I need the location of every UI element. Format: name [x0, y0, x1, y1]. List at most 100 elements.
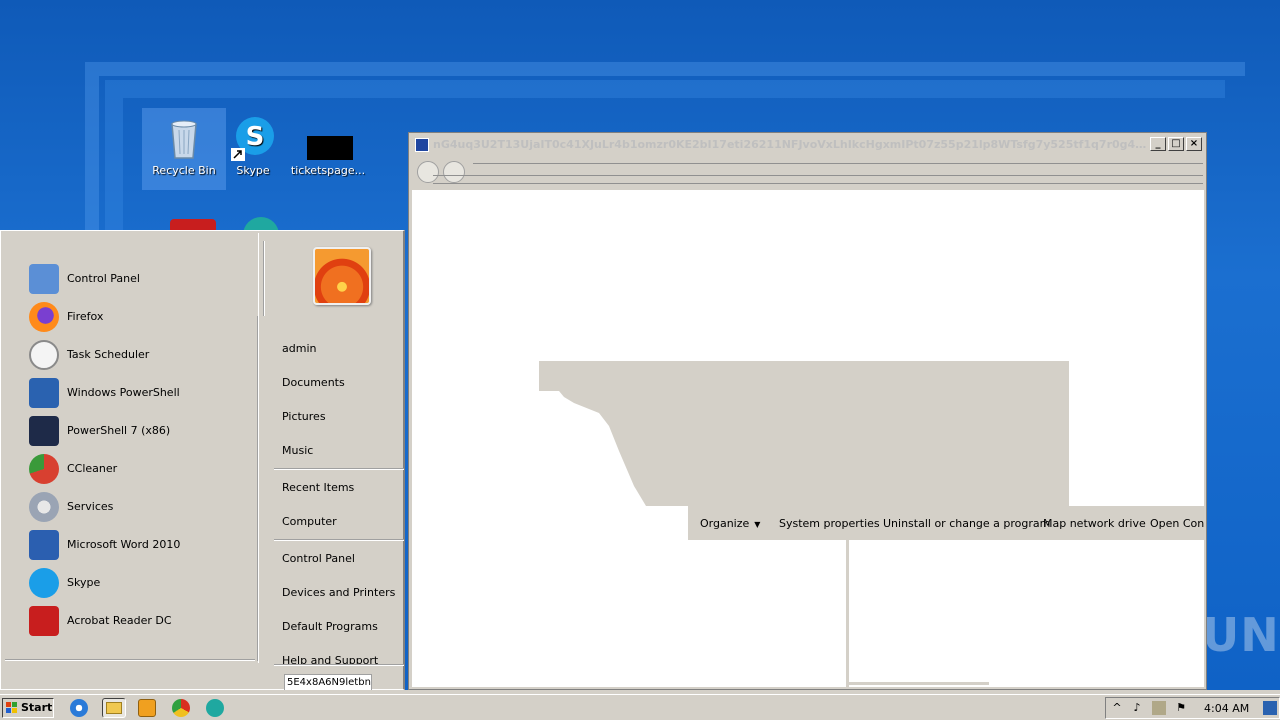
desktop-icon-ticketspage[interactable]: ticketspage... [290, 108, 366, 184]
ccleaner-icon [29, 454, 59, 484]
start-places-separator [274, 539, 404, 541]
clock[interactable]: 4:04 AM [1204, 702, 1249, 715]
start-menu: Control Panel Firefox Task Scheduler Win… [0, 230, 405, 691]
start-place-default-programs[interactable]: Default Programs [282, 620, 378, 633]
start-place-music[interactable]: Music [282, 444, 313, 457]
start-item-label: Skype [67, 576, 101, 589]
start-place-computer[interactable]: Computer [282, 515, 337, 528]
control-panel-icon [29, 264, 59, 294]
start-place-control-panel[interactable]: Control Panel [282, 552, 355, 565]
start-menu-divider [263, 241, 265, 316]
desktop-icon-label: Recycle Bin [152, 164, 216, 177]
explorer-window[interactable]: nG4uq3U2T13UjaIT0c41XJuLr4b1omzr0KE2bI17… [408, 132, 1207, 690]
recycle-bin-icon [160, 114, 208, 162]
svg-text:S: S [246, 122, 265, 152]
start-item-label: PowerShell 7 (x86) [67, 424, 171, 437]
start-places-separator [274, 664, 404, 666]
start-item-windows-powershell[interactable]: Windows PowerShell [27, 375, 247, 411]
start-item-services[interactable]: Services [27, 489, 247, 525]
start-place-admin[interactable]: admin [282, 342, 316, 355]
organize-button[interactable]: Organize ▼ [700, 517, 760, 530]
start-place-documents[interactable]: Documents [282, 376, 345, 389]
window-title: nG4uq3U2T13UjaIT0c41XJuLr4b1omzr0KE2bI17… [433, 138, 1151, 151]
start-place-pictures[interactable]: Pictures [282, 410, 326, 423]
skype-icon: S [229, 114, 277, 162]
action-center-flag-icon[interactable]: ⚑ [1174, 701, 1188, 715]
services-gear-icon [29, 492, 59, 522]
media-player-icon[interactable] [138, 699, 156, 717]
show-desktop-icon[interactable] [1263, 701, 1277, 715]
start-place-devices-printers[interactable]: Devices and Printers [282, 586, 395, 599]
desktop-icon-label: ticketspage... [290, 164, 366, 177]
start-item-powershell7[interactable]: PowerShell 7 (x86) [27, 413, 247, 449]
volume-icon[interactable]: ♪ [1130, 701, 1144, 715]
skype-icon [29, 568, 59, 598]
start-item-label: Task Scheduler [67, 348, 150, 361]
powershell7-icon [29, 416, 59, 446]
chevron-down-icon: ▼ [754, 520, 761, 529]
start-item-label: CCleaner [67, 462, 118, 475]
forward-button[interactable] [443, 161, 465, 183]
acrobat-icon [29, 606, 59, 636]
window-toolbar [413, 157, 1204, 189]
network-icon[interactable] [1152, 701, 1166, 715]
toolbar-line [433, 175, 1203, 176]
start-search-input[interactable]: 5E4x8A6N9letbnS [284, 674, 372, 691]
close-button[interactable]: × [1186, 137, 1202, 151]
start-item-label: Services [67, 500, 114, 513]
clock-icon [29, 340, 59, 370]
file-icon [304, 114, 353, 162]
window-titlebar[interactable]: nG4uq3U2T13UjaIT0c41XJuLr4b1omzr0KE2bI17… [411, 135, 1204, 155]
map-network-drive-button[interactable]: Map network drive [1043, 517, 1146, 530]
windows-flag-icon [6, 702, 17, 713]
organize-label: Organize [700, 517, 750, 530]
show-hidden-icons-chevron-icon[interactable]: ^ [1110, 701, 1124, 715]
start-button[interactable]: Start [2, 698, 54, 718]
desktop-icon-skype[interactable]: S Skype [215, 108, 291, 184]
start-item-label: Microsoft Word 2010 [67, 538, 181, 551]
start-item-label: Acrobat Reader DC [67, 614, 172, 627]
explorer-folder-icon [106, 702, 122, 714]
minimize-button[interactable]: _ [1150, 137, 1166, 151]
pane-divider[interactable] [846, 540, 849, 687]
render-artifact-stair [539, 391, 689, 541]
uninstall-program-button[interactable]: Uninstall or change a program [883, 517, 1050, 530]
address-bar-line [473, 163, 1203, 164]
back-button[interactable] [417, 161, 439, 183]
start-item-skype[interactable]: Skype [27, 565, 247, 601]
edge-icon[interactable] [206, 699, 224, 717]
start-item-acrobat[interactable]: Acrobat Reader DC [27, 603, 247, 639]
taskbar-explorer-button[interactable] [102, 698, 126, 718]
start-item-firefox[interactable]: Firefox [27, 299, 247, 335]
open-control-panel-button[interactable]: Open Contr [1150, 517, 1204, 530]
start-item-word[interactable]: Microsoft Word 2010 [27, 527, 247, 563]
start-item-ccleaner[interactable]: CCleaner [27, 451, 247, 487]
start-item-label: Control Panel [67, 272, 140, 285]
chrome-icon[interactable] [172, 699, 190, 717]
start-item-label: Windows PowerShell [67, 386, 180, 399]
start-item-label: Firefox [67, 310, 104, 323]
desktop-icon-label: Skype [236, 164, 270, 177]
system-properties-button[interactable]: System properties [779, 517, 880, 530]
internet-explorer-icon[interactable] [70, 699, 88, 717]
start-label: Start [21, 701, 53, 714]
user-avatar[interactable] [313, 247, 371, 305]
maximize-button[interactable]: □ [1168, 137, 1184, 151]
start-menu-divider [257, 316, 259, 661]
taskbar: Start ^ ♪ ⚑ 4:04 AM [0, 694, 1280, 720]
command-bar: Organize ▼ System properties Uninstall or… [688, 506, 1204, 540]
start-places-separator [274, 468, 404, 470]
start-item-control-panel[interactable]: Control Panel [27, 261, 247, 297]
powershell-icon [29, 378, 59, 408]
window-content: Organize ▼ System properties Uninstall or… [412, 190, 1204, 687]
window-app-icon [415, 138, 429, 152]
start-place-recent-items[interactable]: Recent Items [282, 481, 354, 494]
start-item-task-scheduler[interactable]: Task Scheduler [27, 337, 247, 373]
scrollbar[interactable] [849, 682, 989, 685]
toolbar-line [433, 183, 1203, 184]
word-icon [29, 530, 59, 560]
start-menu-divider [5, 659, 255, 661]
desktop-icon-recycle-bin[interactable]: Recycle Bin [142, 108, 226, 190]
render-artifact-block [539, 361, 1069, 541]
system-tray: ^ ♪ ⚑ 4:04 AM [1105, 697, 1280, 719]
